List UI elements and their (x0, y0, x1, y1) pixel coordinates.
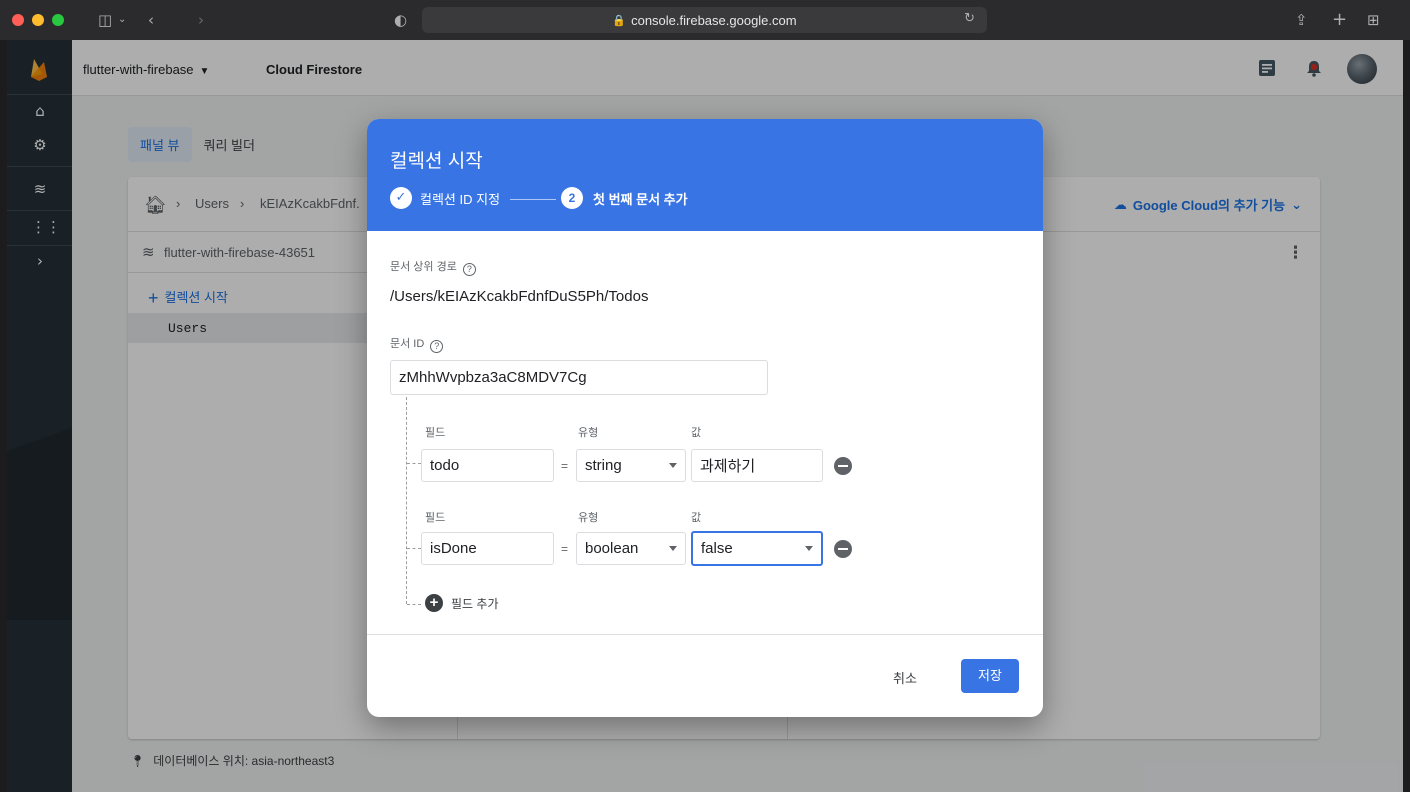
chevron-down-icon[interactable]: ⌄ (118, 0, 126, 40)
add-field-label: 필드 추가 (451, 596, 499, 611)
dialog-divider (367, 634, 1043, 635)
tree-branch (407, 463, 421, 464)
dropdown-arrow-icon (669, 546, 677, 551)
minimize-window-button[interactable] (32, 14, 44, 26)
tree-branch (407, 604, 421, 605)
equals-sign: = (561, 459, 569, 473)
add-circle-icon: + (425, 594, 443, 612)
dropdown-arrow-icon (669, 463, 677, 468)
remove-field-icon[interactable] (834, 457, 852, 475)
value-header: 값 (691, 427, 702, 439)
zoom-window-button[interactable] (52, 14, 64, 26)
field-value: 과제하기 (700, 458, 756, 475)
tab-overview-icon[interactable]: ⊞ (1367, 0, 1380, 40)
parent-path-label-text: 문서 상위 경로 (390, 261, 457, 273)
parent-path-value: /Users/kEIAzKcakbFdnfDuS5Ph/Todos (390, 288, 649, 305)
save-button[interactable]: 저장 (961, 659, 1019, 693)
step-connector (510, 199, 556, 200)
value-header: 값 (691, 512, 702, 524)
type-value: boolean (585, 540, 639, 557)
check-icon: ✓ (390, 187, 412, 209)
parent-path-label: 문서 상위 경로? (390, 258, 476, 276)
type-select[interactable]: boolean (576, 532, 686, 565)
field-value: false (701, 540, 733, 557)
privacy-shield-icon[interactable]: ◐ (394, 0, 407, 40)
sidebar-toggle-icon[interactable]: ◫ (98, 0, 112, 40)
start-collection-dialog: 컬렉션 시작 ✓ 컬렉션 ID 지정 2 첫 번째 문서 추가 문서 상위 경로… (367, 119, 1043, 717)
boolean-value-select[interactable]: false (691, 531, 823, 566)
doc-id-input[interactable] (391, 361, 767, 394)
dropdown-arrow-icon (805, 546, 813, 551)
add-field-button[interactable]: + 필드 추가 (425, 594, 499, 612)
cancel-button[interactable]: 취소 (889, 666, 921, 689)
doc-id-label: 문서 ID? (390, 335, 444, 353)
browser-toolbar: ◫ ⌄ ‹ › ◐ 🔒 console.firebase.google.com … (0, 0, 1410, 40)
field-name-input[interactable]: todo (421, 449, 554, 482)
share-icon[interactable]: ⇪ (1295, 0, 1308, 40)
dialog-header: 컬렉션 시작 ✓ 컬렉션 ID 지정 2 첫 번째 문서 추가 (367, 119, 1043, 231)
field-name-value: isDone (430, 540, 477, 557)
doc-id-field[interactable] (390, 360, 768, 395)
value-input[interactable]: 과제하기 (691, 449, 823, 482)
reload-icon[interactable]: ↻ (964, 11, 975, 26)
field-name-input[interactable]: isDone (421, 532, 554, 565)
remove-field-icon[interactable] (834, 540, 852, 558)
type-select[interactable]: string (576, 449, 686, 482)
help-icon[interactable]: ? (430, 340, 444, 353)
lock-icon: 🔒 (612, 14, 627, 27)
forward-icon[interactable]: › (198, 0, 204, 40)
type-value: string (585, 457, 622, 474)
type-header: 유형 (578, 427, 599, 439)
type-header: 유형 (578, 512, 599, 524)
doc-id-label-text: 문서 ID (390, 338, 425, 350)
address-bar[interactable]: 🔒 console.firebase.google.com ↻ (422, 7, 987, 33)
equals-sign: = (561, 542, 569, 556)
field-header: 필드 (425, 512, 446, 524)
step-2-number: 2 (561, 187, 583, 209)
field-header: 필드 (425, 427, 446, 439)
back-icon[interactable]: ‹ (148, 0, 154, 40)
close-window-button[interactable] (12, 14, 24, 26)
step-1-label[interactable]: 컬렉션 ID 지정 (420, 189, 500, 208)
url-text: console.firebase.google.com (631, 12, 797, 28)
tree-branch (407, 548, 421, 549)
field-name-value: todo (430, 457, 460, 474)
new-tab-icon[interactable]: + (1332, 0, 1347, 40)
help-icon[interactable]: ? (462, 263, 476, 276)
dialog-title: 컬렉션 시작 (390, 151, 483, 172)
step-2-label: 첫 번째 문서 추가 (593, 192, 688, 207)
tree-line (406, 397, 407, 604)
